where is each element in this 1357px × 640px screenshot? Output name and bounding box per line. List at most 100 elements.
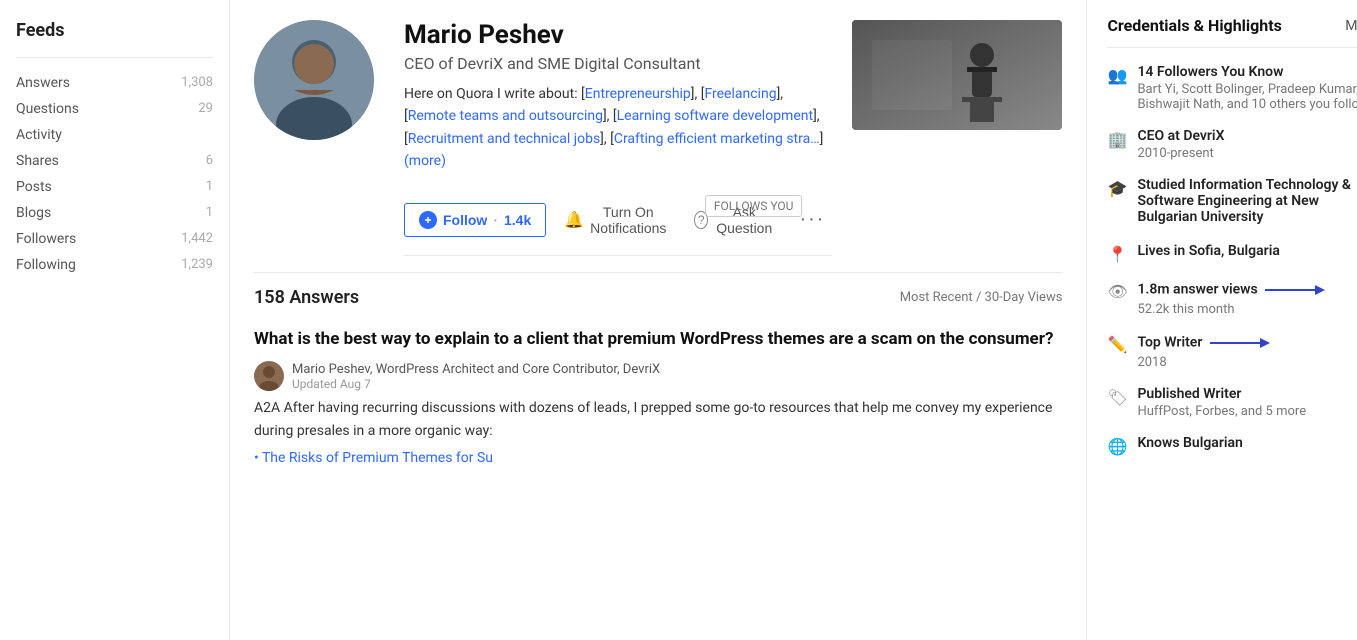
sidebar-following-label: Following [16,257,76,273]
profile-photo-image [852,20,1062,130]
answer-author-info: Mario Peshev, WordPress Architect and Co… [292,362,660,391]
arrow-annotation-top-writer [1210,333,1270,353]
published-icon: 🏷 [1107,388,1127,407]
answers-count: 158 Answers [254,287,359,308]
sidebar-answers-count: 1,308 [181,75,213,91]
sidebar-questions-count: 29 [198,101,213,117]
answer-title[interactable]: What is the best way to explain to a cli… [254,328,1062,352]
answer-author-name: Mario Peshev, WordPress Architect and Co… [292,362,660,377]
answers-sort: Most Recent / 30-Day Views [900,290,1063,305]
left-sidebar: Feeds Answers 1,308 Questions 29 Activit… [0,0,230,640]
sidebar-activity-label: Activity [16,127,62,143]
credential-ceo-sub: 2010-present [1137,146,1357,161]
answer-bullet-link: • The Risks of Premium Themes for Su [254,450,1062,466]
sidebar-item-posts[interactable]: Posts 1 [16,174,213,200]
notifications-label: Turn On Notifications [590,204,666,236]
sidebar-item-following[interactable]: Following 1,239 [16,252,213,278]
answer-author-avatar [254,361,284,391]
bio-link-recruitment[interactable]: Recruitment and technical jobs [408,131,600,147]
credential-ceo-content: CEO at DevriX 2010-present [1137,128,1357,161]
follow-label: Follow [443,212,487,228]
main-content: Mario Peshev CEO of DevriX and SME Digit… [230,0,1087,640]
sidebar-blogs-label: Blogs [16,205,51,221]
sidebar-shares-label: Shares [16,153,59,169]
answer-item: What is the best way to explain to a cli… [254,318,1062,477]
credential-top-writer-sub: 2018 [1137,355,1357,370]
author-avatar-image [254,361,284,391]
profile-info: Mario Peshev CEO of DevriX and SME Digit… [404,20,832,256]
bio-link-learning[interactable]: Learning software development [617,108,813,124]
credential-published-content: Published Writer HuffPost, Forbes, and 5… [1137,386,1357,419]
right-sidebar: Credentials & Highlights More 👥 14 Follo… [1087,0,1357,640]
credential-location-content: Lives in Sofia, Bulgaria [1137,243,1357,261]
sidebar-item-activity[interactable]: Activity [16,122,213,148]
credential-language-content: Knows Bulgarian [1137,435,1357,453]
credential-top-writer-title: Top Writer [1137,333,1357,353]
credential-education: 🎓 Studied Information Technology & Softw… [1107,177,1357,227]
sidebar-item-followers[interactable]: Followers 1,442 [16,226,213,252]
action-bar: Follow · 1.4k 🔔 Turn On Notifications ? … [404,185,832,256]
credential-education-title: Studied Information Technology & Softwar… [1137,177,1357,225]
feeds-title: Feeds [16,20,213,41]
speaking-photo [852,20,1062,130]
sidebar-posts-count: 1 [206,179,213,195]
answer-meta: Mario Peshev, WordPress Architect and Co… [254,361,1062,391]
credential-followers-know: 👥 14 Followers You Know Bart Yi, Scott B… [1107,64,1357,112]
credential-published-title: Published Writer [1137,386,1357,402]
avatar [254,20,374,140]
bio-more-link[interactable]: (more) [404,153,446,169]
avatar-wrap [254,20,384,140]
work-icon: 🏢 [1107,130,1127,149]
credential-published-writer: 🏷 Published Writer HuffPost, Forbes, and… [1107,386,1357,419]
credential-ceo: 🏢 CEO at DevriX 2010-present [1107,128,1357,161]
profile-bio: Here on Quora I write about: [Entreprene… [404,83,832,173]
credential-views-content: 1.8m answer views 52.2k this month [1137,280,1357,317]
credential-education-content: Studied Information Technology & Softwar… [1137,177,1357,227]
notifications-button[interactable]: 🔔 Turn On Notifications [554,197,676,243]
credentials-more-link[interactable]: More [1345,18,1357,34]
bio-link-entrepreneurship[interactable]: Entrepreneurship [585,86,691,102]
language-icon: 🌐 [1107,437,1127,456]
more-dots-icon: ··· [799,208,825,230]
follow-plus-icon [423,215,433,225]
answer-link[interactable]: The Risks of Premium Themes for Su [262,450,493,466]
sidebar-followers-count: 1,442 [181,231,213,247]
credential-followers-know-title: 14 Followers You Know [1137,64,1357,80]
bio-link-freelancing[interactable]: Freelancing [704,86,776,102]
credential-top-writer: ✏️ Top Writer 2018 [1107,333,1357,370]
location-icon: 📍 [1107,245,1127,264]
bell-icon: 🔔 [564,210,584,230]
bio-link-marketing[interactable]: Crafting efficient marketing stra… [614,131,820,147]
sidebar-following-count: 1,239 [181,257,213,273]
sort-most-recent[interactable]: Most Recent [900,290,973,305]
credentials-header: Credentials & Highlights More [1107,16,1357,48]
credential-views-title: 1.8m answer views [1137,280,1357,300]
avatar-image [254,20,374,140]
credential-views-sub: 52.2k this month [1137,302,1357,317]
sort-30-day[interactable]: 30-Day Views [985,290,1063,305]
sidebar-item-blogs[interactable]: Blogs 1 [16,200,213,226]
credential-followers-know-content: 14 Followers You Know Bart Yi, Scott Bol… [1137,64,1357,112]
profile-photo [852,20,1062,130]
credential-language: 🌐 Knows Bulgarian [1107,435,1357,456]
credential-followers-know-sub: Bart Yi, Scott Bolinger, Pradeep Kumar, … [1137,82,1357,112]
answer-date: Updated Aug 7 [292,377,660,391]
credentials-highlights-title: Credentials & Highlights [1107,16,1281,35]
sidebar-questions-label: Questions [16,101,79,117]
bio-link-remote-teams[interactable]: Remote teams and outsourcing [408,108,603,124]
follow-icon [419,211,437,229]
follows-you-badge: FOLLOWS YOU [705,195,803,217]
answers-header: 158 Answers Most Recent / 30-Day Views [254,273,1062,318]
top-writer-icon: ✏️ [1107,335,1127,354]
sidebar-item-shares[interactable]: Shares 6 [16,148,213,174]
people-icon: 👥 [1107,66,1127,85]
sidebar-item-answers[interactable]: Answers 1,308 [16,70,213,96]
credential-ceo-title: CEO at DevriX [1137,128,1357,144]
follow-button[interactable]: Follow · 1.4k [404,203,546,237]
sort-divider: / [976,290,985,305]
sidebar-item-questions[interactable]: Questions 29 [16,96,213,122]
answer-body: A2A After having recurring discussions w… [254,397,1062,442]
credential-location-title: Lives in Sofia, Bulgaria [1137,243,1357,259]
follow-count: 1.4k [504,212,531,228]
profile-header: Mario Peshev CEO of DevriX and SME Digit… [254,0,1062,273]
